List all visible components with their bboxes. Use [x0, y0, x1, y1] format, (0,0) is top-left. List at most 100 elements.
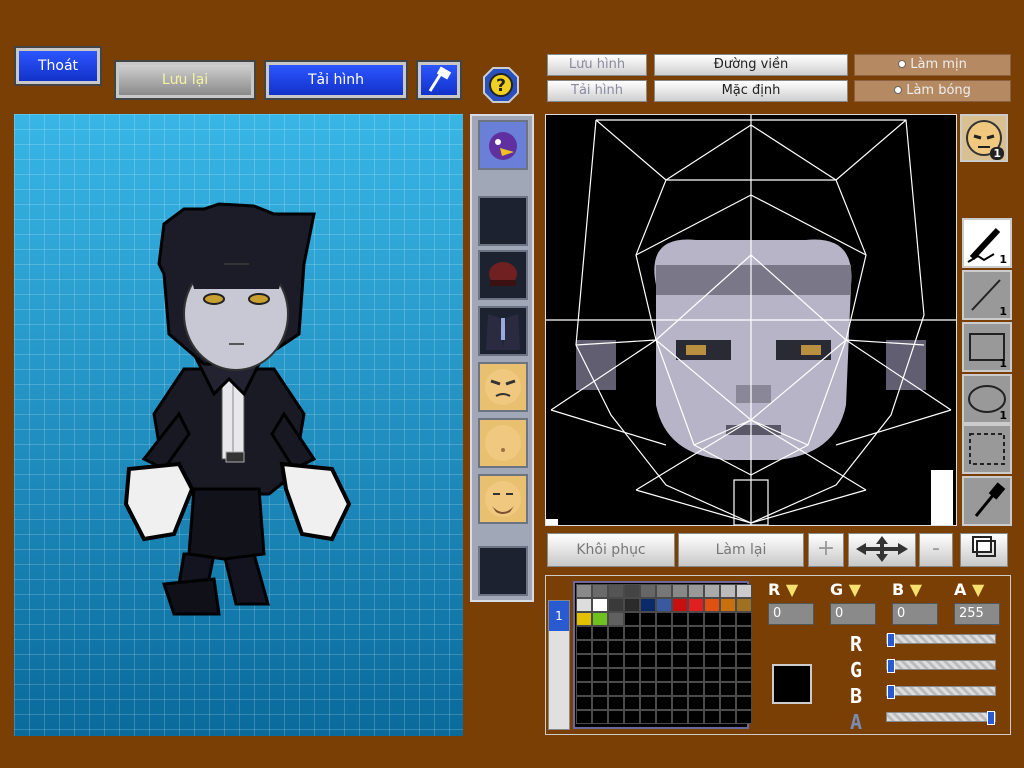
palette-swatch[interactable]: [688, 654, 704, 668]
eyedropper-tool[interactable]: [962, 476, 1012, 526]
slider-knob[interactable]: [887, 659, 895, 673]
green-channel-label[interactable]: G ▼: [830, 580, 876, 599]
palette-swatch[interactable]: [576, 626, 592, 640]
palette-swatch[interactable]: [704, 584, 720, 598]
slider-knob[interactable]: [887, 685, 895, 699]
palette-swatch[interactable]: [608, 584, 624, 598]
face-editor-canvas[interactable]: [545, 114, 957, 526]
part-empty-slot-2[interactable]: [478, 546, 528, 596]
palette-swatch[interactable]: [576, 584, 592, 598]
palette-swatch[interactable]: [704, 682, 720, 696]
palette-swatch[interactable]: [592, 612, 608, 626]
palette-swatch[interactable]: [720, 612, 736, 626]
palette-swatch[interactable]: [592, 668, 608, 682]
alpha-slider[interactable]: [886, 711, 996, 725]
palette-swatch[interactable]: [704, 612, 720, 626]
palette-swatch[interactable]: [720, 626, 736, 640]
palette-swatch[interactable]: [704, 626, 720, 640]
palette-swatch[interactable]: [704, 654, 720, 668]
palette-swatch[interactable]: [720, 598, 736, 612]
outline-button[interactable]: Đường viền: [654, 54, 848, 76]
rectangle-tool[interactable]: 1: [962, 322, 1012, 372]
palette-swatch[interactable]: [592, 626, 608, 640]
palette-swatch[interactable]: [656, 584, 672, 598]
palette-swatch[interactable]: [624, 598, 640, 612]
red-value-field[interactable]: 0: [768, 603, 814, 625]
palette-swatch[interactable]: [640, 598, 656, 612]
palette-swatch[interactable]: [736, 682, 752, 696]
palette-swatch[interactable]: [608, 654, 624, 668]
palette-swatch[interactable]: [640, 640, 656, 654]
part-hair-slot[interactable]: [478, 120, 528, 170]
palette-swatch[interactable]: [608, 612, 624, 626]
palette-swatch[interactable]: [672, 626, 688, 640]
save-button[interactable]: Lưu lại: [114, 60, 256, 100]
palette-swatch[interactable]: [640, 626, 656, 640]
palette-swatch[interactable]: [656, 612, 672, 626]
palette-swatch[interactable]: [688, 640, 704, 654]
palette-swatch[interactable]: [576, 640, 592, 654]
palette-swatch[interactable]: [576, 612, 592, 626]
slider-knob[interactable]: [887, 633, 895, 647]
palette-swatch[interactable]: [624, 668, 640, 682]
part-empty-slot[interactable]: [478, 196, 528, 246]
palette-swatch[interactable]: [592, 598, 608, 612]
load-button[interactable]: Tải hình: [264, 60, 408, 100]
palette-swatch[interactable]: [576, 696, 592, 710]
palette-swatch[interactable]: [576, 710, 592, 724]
color-palette[interactable]: [573, 581, 752, 729]
palette-swatch[interactable]: [624, 640, 640, 654]
palette-swatch[interactable]: [720, 682, 736, 696]
line-tool[interactable]: 1: [962, 270, 1012, 320]
palette-swatch[interactable]: [736, 584, 752, 598]
select-tool[interactable]: [962, 424, 1012, 474]
load-image-tab[interactable]: Tải hình: [547, 80, 647, 102]
palette-swatch[interactable]: [656, 654, 672, 668]
default-button[interactable]: Mặc định: [654, 80, 848, 102]
part-face-plain-slot[interactable]: [478, 418, 528, 468]
palette-swatch[interactable]: [592, 640, 608, 654]
palette-swatch[interactable]: [672, 682, 688, 696]
save-image-tab[interactable]: Lưu hình: [547, 54, 647, 76]
blue-slider[interactable]: [886, 685, 996, 699]
palette-swatch[interactable]: [720, 584, 736, 598]
palette-swatch[interactable]: [656, 710, 672, 724]
zoom-in-button[interactable]: +: [808, 533, 844, 567]
palette-swatch[interactable]: [592, 696, 608, 710]
palette-swatch[interactable]: [624, 682, 640, 696]
zoom-out-button[interactable]: -: [919, 533, 953, 567]
palette-swatch[interactable]: [688, 598, 704, 612]
pen-tool[interactable]: 1: [962, 218, 1012, 268]
green-value-field[interactable]: 0: [830, 603, 876, 625]
palette-swatch[interactable]: [640, 584, 656, 598]
palette-swatch[interactable]: [704, 640, 720, 654]
palette-swatch[interactable]: [608, 696, 624, 710]
palette-swatch[interactable]: [688, 696, 704, 710]
green-slider[interactable]: [886, 659, 996, 673]
palette-swatch[interactable]: [640, 668, 656, 682]
palette-swatch[interactable]: [672, 612, 688, 626]
palette-swatch[interactable]: [608, 710, 624, 724]
help-button[interactable]: ?: [482, 66, 520, 104]
alpha-value-field[interactable]: 255: [954, 603, 1000, 625]
palette-swatch[interactable]: [736, 626, 752, 640]
palette-swatch[interactable]: [672, 584, 688, 598]
palette-swatch[interactable]: [656, 626, 672, 640]
slider-knob[interactable]: [987, 711, 995, 725]
palette-swatch[interactable]: [656, 598, 672, 612]
palette-swatch[interactable]: [624, 626, 640, 640]
palette-swatch[interactable]: [672, 696, 688, 710]
palette-swatch[interactable]: [576, 598, 592, 612]
palette-swatch[interactable]: [624, 584, 640, 598]
palette-swatch[interactable]: [672, 668, 688, 682]
palette-swatch[interactable]: [736, 654, 752, 668]
palette-swatch[interactable]: [656, 668, 672, 682]
palette-swatch[interactable]: [608, 640, 624, 654]
palette-swatch[interactable]: [688, 626, 704, 640]
palette-swatch[interactable]: [720, 654, 736, 668]
move-button[interactable]: [848, 533, 916, 567]
part-face-angry-slot[interactable]: [478, 362, 528, 412]
palette-swatch[interactable]: [720, 668, 736, 682]
palette-swatch[interactable]: [736, 598, 752, 612]
palette-swatch[interactable]: [736, 640, 752, 654]
